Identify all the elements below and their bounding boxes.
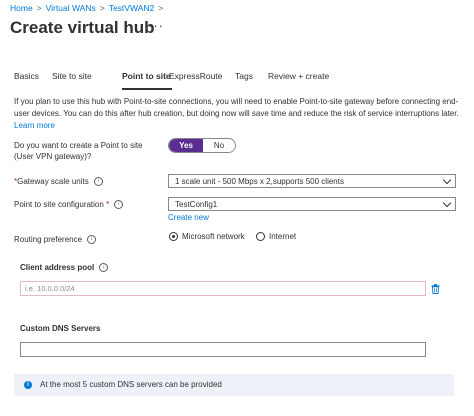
custom-dns-title: Custom DNS Servers — [20, 324, 101, 333]
custom-dns-input[interactable] — [20, 342, 426, 357]
p2s-config-value: TestConfig1 — [175, 200, 218, 209]
breadcrumb-virtual-wans[interactable]: Virtual WANs — [46, 3, 96, 13]
routing-internet-label: Internet — [269, 232, 297, 241]
p2s-config-select[interactable]: TestConfig1 — [168, 197, 456, 211]
gateway-scale-units-value: 1 scale unit - 500 Mbps x 2,supports 500… — [175, 177, 344, 186]
banner-text: At the most 5 custom DNS servers can be … — [40, 380, 222, 389]
create-new-link[interactable]: Create new — [168, 213, 209, 222]
breadcrumb-home[interactable]: Home — [10, 3, 33, 13]
breadcrumb-separator: > — [99, 3, 105, 13]
breadcrumb-separator: > — [158, 3, 164, 13]
toggle-no[interactable]: No — [203, 139, 235, 152]
routing-preference-label: Routing preference i — [14, 235, 97, 245]
tab-tags[interactable]: Tags — [235, 71, 253, 81]
tab-site-to-site[interactable]: Site to site — [52, 71, 92, 81]
client-address-pool-input[interactable] — [20, 281, 426, 296]
gateway-scale-units-text: Gateway scale units — [17, 177, 89, 186]
radio-unchecked-icon[interactable] — [256, 232, 265, 242]
tab-expressroute[interactable]: ExpressRoute — [169, 71, 222, 81]
toggle-yes[interactable]: Yes — [169, 139, 203, 152]
active-tab-indicator — [122, 88, 172, 90]
breadcrumb-wan[interactable]: TestVWAN2 — [109, 3, 155, 13]
tab-review-create[interactable]: Review + create — [268, 71, 329, 81]
info-icon: i — [114, 200, 124, 210]
required-mark: * — [106, 200, 110, 209]
more-options-button[interactable]: ··· — [148, 18, 164, 33]
gateway-scale-units-label: *Gateway scale units i — [14, 177, 103, 187]
tab-basics[interactable]: Basics — [14, 71, 39, 81]
breadcrumb: Home > Virtual WANs > TestVWAN2 > — [10, 3, 167, 13]
info-icon: i — [93, 177, 103, 187]
dns-info-banner: i At the most 5 custom DNS servers can b… — [14, 374, 454, 396]
gateway-scale-units-select[interactable]: 1 scale unit - 500 Mbps x 2,supports 500… — [168, 174, 456, 188]
routing-preference-text: Routing preference — [14, 235, 83, 244]
chevron-down-icon — [442, 198, 452, 208]
routing-option-internet[interactable]: Internet — [256, 232, 297, 242]
p2s-question-label: Do you want to create a Point to site (U… — [14, 141, 143, 161]
client-address-pool-title: Client address pool i — [20, 263, 109, 273]
info-filled-icon: i — [24, 381, 32, 389]
breadcrumb-separator: > — [36, 3, 42, 13]
routing-option-microsoft[interactable]: Microsoft network — [169, 232, 245, 242]
info-paragraph: If you plan to use this hub with Point-t… — [14, 96, 460, 132]
trash-icon[interactable] — [431, 284, 440, 294]
tab-point-to-site[interactable]: Point to site — [122, 71, 171, 81]
learn-more-link[interactable]: Learn more — [14, 121, 55, 130]
info-text: If you plan to use this hub with Point-t… — [14, 97, 459, 118]
client-address-pool-text: Client address pool — [20, 263, 95, 272]
routing-microsoft-label: Microsoft network — [182, 232, 245, 241]
p2s-toggle[interactable]: Yes No — [168, 138, 236, 153]
info-icon: i — [99, 263, 109, 273]
page-title: Create virtual hub — [10, 18, 155, 37]
radio-checked-icon[interactable] — [169, 232, 178, 242]
info-icon: i — [87, 235, 97, 245]
chevron-down-icon — [442, 175, 452, 185]
p2s-config-label: Point to site configuration * i — [14, 200, 124, 210]
p2s-config-text: Point to site configuration — [14, 200, 104, 209]
